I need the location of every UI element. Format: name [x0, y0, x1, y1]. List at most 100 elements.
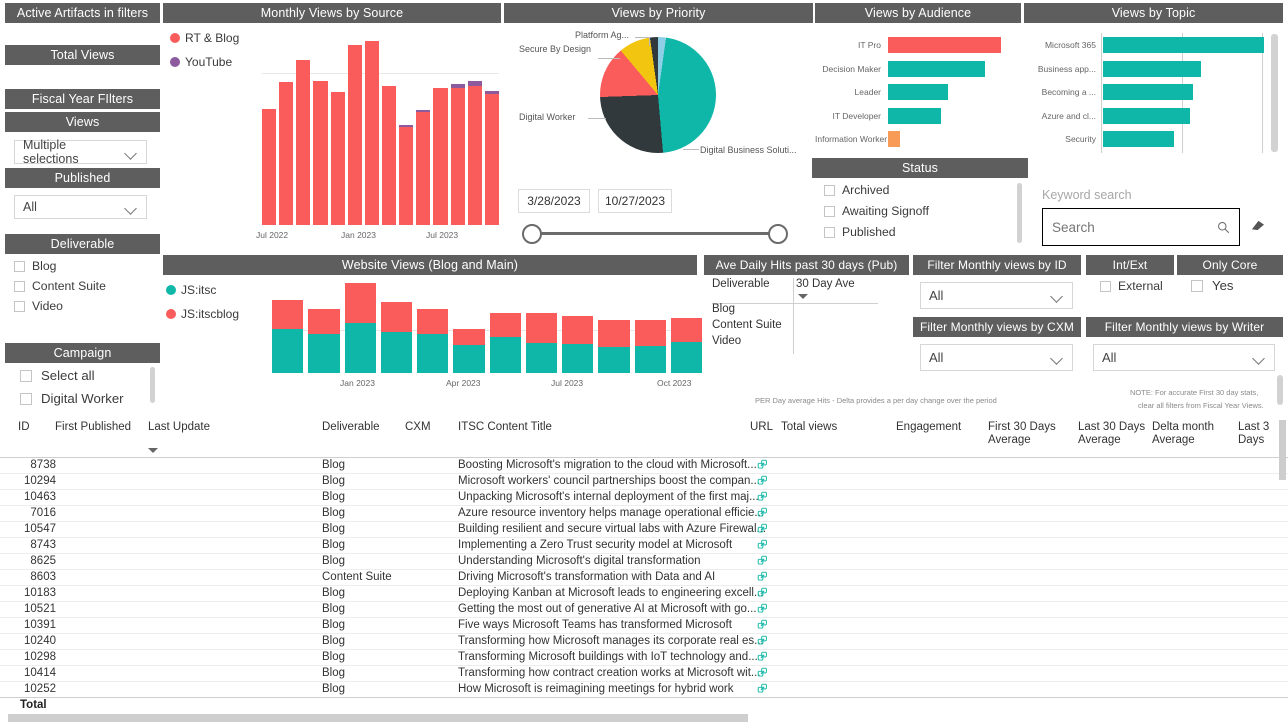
table-cell-url-link-icon[interactable]	[757, 683, 768, 697]
legend-item-rt-blog[interactable]: RT & Blog	[170, 31, 239, 45]
monthly-views-bar[interactable]	[399, 124, 414, 225]
table-column-header-total_views[interactable]: Total views	[781, 421, 837, 434]
table-column-header-engagement[interactable]: Engagement	[896, 421, 961, 434]
legend-item-jsitscblog[interactable]: JS:itscblog	[166, 307, 239, 321]
table-vertical-scrollbar[interactable]	[1279, 420, 1286, 480]
ave-daily-row-video[interactable]: Video	[712, 333, 782, 349]
website-views-bar[interactable]	[417, 309, 449, 373]
table-row[interactable]: 10240 Blog Transforming how Microsoft mana…	[0, 634, 1288, 650]
campaign-item-digital-worker[interactable]: Digital Worker	[20, 389, 145, 406]
date-from-box[interactable]: 3/28/2023	[518, 189, 590, 213]
monthly-views-bar[interactable]	[381, 86, 397, 225]
horizontal-bar-row[interactable]: IT Pro	[815, 37, 1015, 53]
table-cell-url-link-icon[interactable]	[757, 587, 768, 601]
checkbox-icon[interactable]	[824, 184, 835, 196]
table-row[interactable]: 10521 Blog Getting the most out of generat…	[0, 602, 1288, 618]
table-column-header-last30[interactable]: Last 30 Days Average	[1078, 421, 1145, 447]
checkbox-icon[interactable]	[1100, 280, 1111, 292]
table-cell-url-link-icon[interactable]	[757, 459, 768, 473]
website-views-bar[interactable]	[525, 313, 557, 373]
monthly-views-bar[interactable]	[467, 81, 482, 225]
legend-item-youtube[interactable]: YouTube	[170, 55, 239, 69]
table-column-header-first30[interactable]: First 30 Days Average	[988, 421, 1056, 447]
published-dropdown[interactable]: All	[14, 195, 147, 219]
horizontal-bar[interactable]	[1103, 84, 1194, 100]
ave-daily-row-blog[interactable]: Blog	[712, 301, 782, 317]
table-column-header-title[interactable]: ITSC Content Title	[458, 421, 552, 434]
horizontal-bar-row[interactable]: Decision Maker	[815, 60, 1015, 77]
website-views-bar[interactable]	[272, 300, 304, 373]
horizontal-bar-row[interactable]: Leader	[815, 84, 1015, 100]
horizontal-bar[interactable]	[1103, 37, 1264, 53]
table-column-header-last3[interactable]: Last 3 Days	[1238, 421, 1269, 447]
table-column-header-deliverable[interactable]: Deliverable	[322, 421, 380, 434]
table-cell-url-link-icon[interactable]	[757, 555, 768, 569]
table-cell-url-link-icon[interactable]	[757, 475, 768, 489]
checkbox-icon[interactable]	[20, 369, 32, 382]
date-slider-knob-left[interactable]	[522, 224, 542, 244]
table-cell-url-link-icon[interactable]	[757, 635, 768, 649]
table-row[interactable]: 8625 Blog Understanding Microsoft's digita…	[0, 554, 1288, 570]
table-row[interactable]: 10547 Blog Building resilient and secure v…	[0, 522, 1288, 538]
eraser-icon[interactable]	[1249, 219, 1266, 232]
website-views-bar[interactable]	[670, 317, 702, 373]
horizontal-bar[interactable]	[888, 84, 948, 100]
table-cell-url-link-icon[interactable]	[757, 491, 768, 505]
table-column-header-delta[interactable]: Delta month Average	[1152, 421, 1214, 447]
table-cell-url-link-icon[interactable]	[757, 571, 768, 585]
table-row[interactable]: 10294 Blog Microsoft workers' council part…	[0, 474, 1288, 490]
horizontal-bar[interactable]	[1103, 131, 1174, 147]
table-cell-url-link-icon[interactable]	[757, 619, 768, 633]
website-views-bar[interactable]	[344, 283, 376, 373]
monthly-views-bar[interactable]	[313, 80, 328, 225]
intext-item-external[interactable]: External	[1100, 278, 1163, 294]
monthly-views-bar[interactable]	[364, 41, 379, 225]
horizontal-bar[interactable]	[888, 131, 901, 147]
website-views-bar[interactable]	[489, 313, 521, 373]
status-item-published[interactable]: Published	[824, 224, 1014, 240]
only-core-item-yes[interactable]: Yes	[1191, 276, 1234, 295]
horizontal-bar-row[interactable]: Azure and cl...	[1024, 107, 1274, 124]
filter-by-id-dropdown[interactable]: All	[920, 282, 1073, 309]
monthly-views-bar[interactable]	[330, 91, 345, 225]
table-row[interactable]: 10463 Blog Unpacking Microsoft's internal …	[0, 490, 1288, 506]
website-views-bar[interactable]	[308, 309, 340, 373]
status-item-archived[interactable]: Archived	[824, 182, 1014, 198]
status-item-awaiting-signoff[interactable]: Awaiting Signoff	[824, 203, 1014, 219]
legend-item-jsitsc[interactable]: JS:itsc	[166, 283, 239, 297]
status-scrollbar[interactable]	[1017, 183, 1022, 243]
date-to-box[interactable]: 10/27/2023	[598, 189, 672, 213]
deliverable-item-video[interactable]: Video	[14, 298, 159, 314]
table-row[interactable]: 8738 Blog Boosting Microsoft's migration t…	[0, 458, 1288, 474]
sort-descending-icon[interactable]	[798, 294, 808, 299]
monthly-views-bar[interactable]	[484, 90, 499, 225]
deliverable-item-blog[interactable]: Blog	[14, 258, 159, 274]
horizontal-bar[interactable]	[888, 60, 986, 77]
monthly-views-bar[interactable]	[262, 108, 277, 225]
horizontal-bar[interactable]	[1103, 107, 1190, 124]
table-cell-url-link-icon[interactable]	[757, 603, 768, 617]
horizontal-bar-row[interactable]: Security	[1024, 131, 1274, 147]
horizontal-bar[interactable]	[1103, 60, 1202, 77]
horizontal-bar[interactable]	[888, 107, 942, 124]
table-cell-url-link-icon[interactable]	[757, 507, 768, 521]
horizontal-bar-row[interactable]: Microsoft 365	[1024, 37, 1274, 53]
table-row[interactable]: 10414 Blog Transforming how contract creat…	[0, 666, 1288, 682]
checkbox-icon[interactable]	[14, 280, 25, 292]
date-slider-knob-right[interactable]	[768, 224, 788, 244]
campaign-item-select-all[interactable]: Select all	[20, 366, 145, 385]
checkbox-icon[interactable]	[20, 392, 32, 405]
date-slider-track[interactable]	[530, 232, 780, 235]
table-column-header-last_update[interactable]: Last Update	[148, 421, 210, 434]
filter-by-writer-dropdown[interactable]: All	[1093, 344, 1275, 371]
table-sort-icon[interactable]	[148, 448, 158, 453]
campaign-scrollbar[interactable]	[150, 367, 155, 403]
filter-panel-scrollbar[interactable]	[1277, 375, 1283, 405]
monthly-views-bar[interactable]	[279, 82, 294, 225]
views-dropdown[interactable]: Multiple selections	[14, 138, 147, 166]
filter-by-cxm-dropdown[interactable]: All	[920, 344, 1073, 371]
checkbox-icon[interactable]	[14, 260, 25, 272]
table-row[interactable]: 10391 Blog Five ways Microsoft Teams has t…	[0, 618, 1288, 634]
table-row[interactable]: 10183 Blog Deploying Kanban at Microsoft l…	[0, 586, 1288, 602]
ave-daily-col-30day[interactable]: 30 Day Ave	[796, 278, 855, 290]
